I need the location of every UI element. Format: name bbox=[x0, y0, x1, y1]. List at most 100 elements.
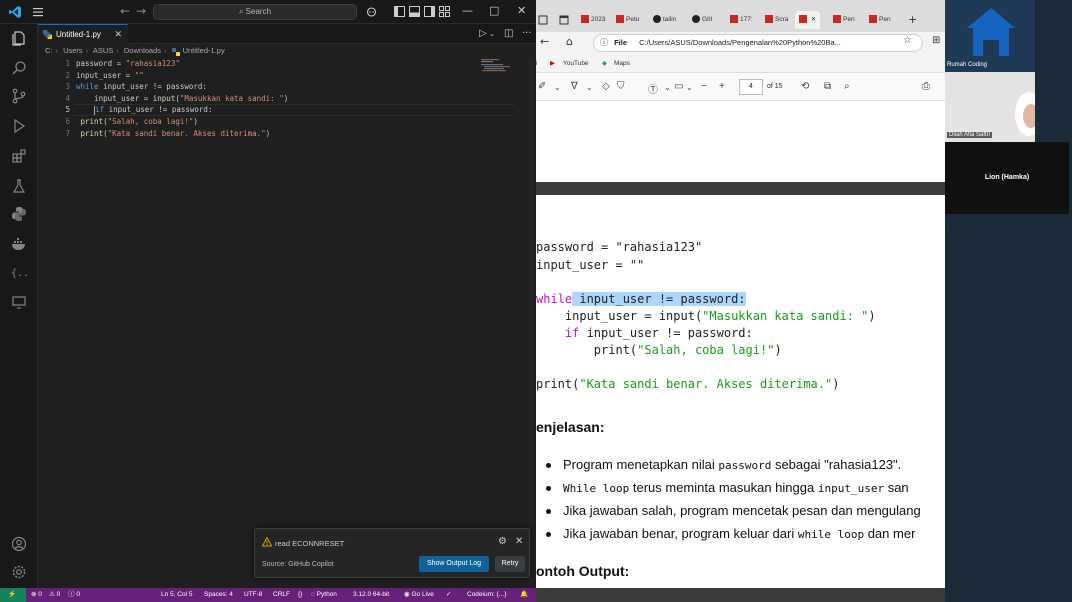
view-icon[interactable]: ▭ bbox=[674, 81, 683, 92]
docker-icon[interactable] bbox=[11, 236, 27, 252]
collections-icon[interactable]: ⊞ bbox=[932, 35, 940, 46]
run-debug-icon[interactable] bbox=[11, 118, 27, 134]
back-icon[interactable]: ← bbox=[540, 35, 549, 48]
participant-tile-dilah[interactable]: Dilah Afia Saftri bbox=[945, 72, 1035, 142]
settings-gear-icon[interactable] bbox=[11, 564, 27, 580]
search-icon[interactable] bbox=[11, 60, 27, 76]
python-interpreter[interactable]: 3.12.0 64-bit bbox=[353, 588, 389, 602]
bookmark-maps[interactable]: Maps bbox=[614, 55, 630, 73]
browser-tab[interactable]: tailin bbox=[653, 11, 676, 29]
language-braces-icon[interactable]: {} bbox=[298, 588, 302, 602]
page-number-input[interactable]: 4 bbox=[739, 79, 763, 95]
back-arrow-icon[interactable]: ← bbox=[120, 4, 130, 18]
customize-layout-icon[interactable] bbox=[439, 6, 450, 17]
text-icon[interactable]: Ⓣ bbox=[648, 81, 658, 96]
notification-close-icon[interactable]: ✕ bbox=[515, 536, 523, 547]
menu-icon[interactable] bbox=[32, 5, 44, 19]
browser-tab[interactable]: GIII bbox=[692, 11, 712, 29]
close-window-icon[interactable]: ✕ bbox=[517, 4, 526, 17]
python-icon[interactable] bbox=[11, 206, 27, 222]
go-live-button[interactable]: ◉ Go Live bbox=[404, 588, 434, 602]
browser-tab[interactable]: Scra bbox=[765, 11, 788, 29]
toggle-panel-icon[interactable] bbox=[409, 6, 420, 17]
breadcrumb-file[interactable]: Untitled-1.py bbox=[171, 46, 225, 56]
codeium-status[interactable]: Codeium: {...} bbox=[467, 588, 506, 602]
favorite-star-icon[interactable]: ☆ bbox=[903, 35, 912, 46]
dropdown-icon[interactable]: ⌄ bbox=[586, 83, 593, 92]
extensions-icon[interactable] bbox=[11, 148, 27, 164]
run-python-icon[interactable]: ▷ bbox=[479, 28, 487, 39]
json-braces-icon[interactable]: {..} bbox=[11, 264, 27, 280]
rotate-icon[interactable]: ⟲ bbox=[801, 81, 809, 92]
command-center-search[interactable]: ⌕ Search bbox=[153, 4, 357, 20]
highlight-icon[interactable]: ✐ bbox=[538, 81, 546, 92]
indentation[interactable]: Spaces: 4 bbox=[204, 588, 233, 602]
breadcrumb-users[interactable]: Users bbox=[63, 46, 83, 55]
minimize-icon[interactable]: — bbox=[462, 4, 473, 17]
language-mode[interactable]: ◌ Python bbox=[311, 588, 337, 602]
maximize-icon[interactable]: □ bbox=[489, 4, 499, 17]
pdf-bullet-text: Jika jawaban benar, program keluar dari bbox=[563, 526, 798, 541]
source-control-icon[interactable] bbox=[11, 88, 27, 104]
pdf-search-icon[interactable]: ⌕ bbox=[844, 81, 850, 92]
draw-icon[interactable]: ∇ bbox=[571, 81, 578, 92]
tab-close-icon[interactable]: ✕ bbox=[114, 25, 122, 44]
home-icon[interactable]: ⌂ bbox=[566, 35, 573, 48]
browser-tab[interactable]: 177: bbox=[730, 11, 753, 29]
breadcrumb-downloads[interactable]: Downloads bbox=[124, 46, 161, 55]
toggle-secondary-sidebar-icon[interactable] bbox=[424, 6, 435, 17]
page-view-icon[interactable]: ⧉ bbox=[824, 81, 831, 92]
copilot-icon[interactable] bbox=[366, 6, 377, 17]
cursor-position[interactable]: Ln 5, Col 5 bbox=[161, 588, 192, 602]
code-editor[interactable]: 1 2 3 4 5 6 7 password = "rahasia123" in… bbox=[38, 58, 536, 588]
notifications-bell-icon[interactable]: 🔔 bbox=[520, 588, 528, 602]
split-editor-icon[interactable]: ◫ bbox=[504, 28, 513, 39]
new-tab-icon[interactable]: + bbox=[908, 13, 917, 26]
notification-settings-icon[interactable]: ⚙ bbox=[498, 536, 507, 547]
info-icon[interactable]: ⓘ bbox=[600, 38, 608, 47]
notification-message: read ECONNRESET bbox=[275, 539, 345, 548]
line-ending[interactable]: CRLF bbox=[273, 588, 290, 602]
tab-untitled-1[interactable]: Untitled-1.py ✕ bbox=[38, 24, 128, 44]
participant-tile-lion[interactable]: Lion (Hamka) bbox=[945, 142, 1069, 214]
toggle-sidebar-icon[interactable] bbox=[394, 6, 405, 17]
remote-explorer-icon[interactable] bbox=[11, 294, 27, 310]
minimap[interactable] bbox=[481, 58, 517, 72]
dropdown-icon[interactable]: ⌄ bbox=[686, 83, 693, 92]
tab-actions-icon[interactable] bbox=[559, 15, 569, 25]
erase-icon[interactable]: ◇ bbox=[602, 81, 610, 92]
dropdown-icon[interactable]: ⌄ bbox=[554, 83, 561, 92]
browser-tab[interactable]: Pen bbox=[869, 11, 891, 29]
show-output-log-button[interactable]: Show Output Log bbox=[419, 556, 489, 572]
address-bar[interactable]: ⓘ File C:/Users/ASUS/Downloads/Pengenala… bbox=[593, 34, 923, 52]
account-icon[interactable] bbox=[11, 536, 27, 552]
workspaces-icon[interactable] bbox=[538, 15, 548, 25]
tab-close-icon[interactable]: ✕ bbox=[809, 16, 816, 23]
forward-arrow-icon[interactable]: → bbox=[136, 4, 146, 18]
retry-button[interactable]: Retry bbox=[495, 556, 525, 572]
testing-flask-icon[interactable] bbox=[11, 178, 27, 194]
bookmark-youtube[interactable]: YouTube bbox=[563, 55, 589, 73]
encoding[interactable]: UTF-8 bbox=[244, 588, 262, 602]
bookmark-truncated[interactable]: li bbox=[536, 55, 537, 73]
breadcrumb-asus[interactable]: ASUS bbox=[93, 46, 113, 55]
breadcrumb-drive[interactable]: C: bbox=[45, 46, 53, 55]
browser-tab-active[interactable]: ✕ bbox=[795, 11, 821, 29]
zoom-out-icon[interactable]: − bbox=[701, 81, 707, 92]
explorer-icon[interactable] bbox=[11, 30, 27, 46]
more-actions-icon[interactable]: ··· bbox=[522, 28, 532, 39]
warnings-count[interactable]: ⚠ 0 bbox=[49, 588, 60, 602]
run-dropdown-icon[interactable]: ⌄ bbox=[489, 30, 495, 38]
print-icon[interactable]: ⎙ bbox=[922, 81, 930, 92]
errors-count[interactable]: ⊗ 0 bbox=[31, 588, 42, 602]
editor-scrollbar[interactable] bbox=[528, 58, 534, 588]
read-aloud-icon[interactable]: ⛉ bbox=[617, 81, 625, 92]
browser-tab[interactable]: 2023 bbox=[581, 11, 605, 29]
browser-tab[interactable]: Petu bbox=[616, 11, 639, 29]
participant-tile-rumah-coding[interactable]: Rumah Coding bbox=[945, 0, 1035, 72]
zoom-in-icon[interactable]: + bbox=[719, 81, 725, 92]
browser-tab[interactable]: Pen bbox=[833, 11, 855, 29]
dropdown-icon[interactable]: ⌄ bbox=[664, 83, 671, 92]
info-count[interactable]: ⓘ 0 bbox=[68, 588, 80, 602]
remote-indicator[interactable]: ⚡ bbox=[0, 588, 26, 602]
